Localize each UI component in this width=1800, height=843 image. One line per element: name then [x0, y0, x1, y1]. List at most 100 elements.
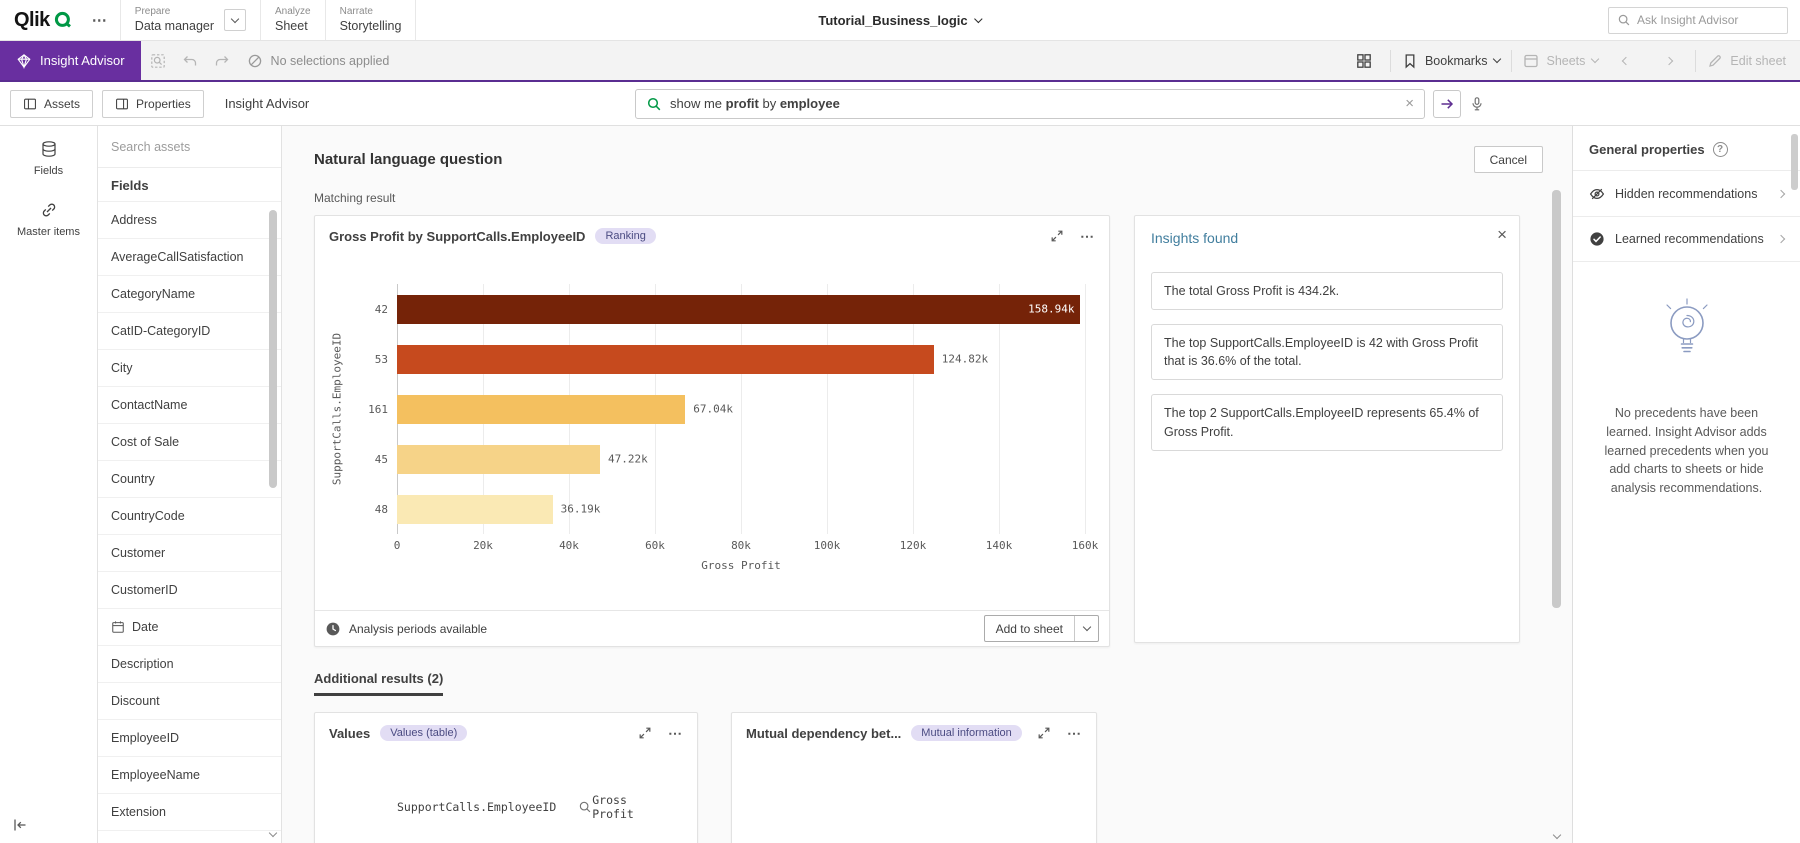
sheets-button[interactable]: Sheets	[1523, 53, 1598, 69]
calendar-icon	[111, 620, 125, 634]
step-back-selection-button[interactable]	[175, 46, 205, 76]
global-menu-button[interactable]: ⋯	[80, 0, 120, 40]
more-options-icon[interactable]: ⋯	[668, 726, 683, 740]
ask-insight-advisor-input[interactable]	[1637, 13, 1779, 27]
assets-scrollbar-thumb[interactable]	[269, 210, 277, 488]
bar-fill[interactable]: 158.94k	[397, 295, 1080, 324]
toolbar-right-group: Bookmarks Sheets Edit sheet	[1347, 46, 1800, 76]
field-label: AverageCallSatisfaction	[111, 250, 243, 264]
chart-bar-48[interactable]: 36.19k	[397, 484, 1085, 534]
expand-icon[interactable]	[1050, 229, 1064, 243]
chart-bar-45[interactable]: 47.22k	[397, 434, 1085, 484]
analysis-periods-note: Analysis periods available	[325, 621, 487, 637]
close-icon[interactable]: ×	[1497, 226, 1507, 243]
field-item-categoryname[interactable]: CategoryName	[98, 276, 281, 313]
bar-fill[interactable]	[397, 445, 600, 474]
chart-bar-161[interactable]: 67.04k	[397, 384, 1085, 434]
show-charts-button[interactable]	[1349, 46, 1379, 76]
natural-language-search-box[interactable]: show me profit by employee ×	[635, 89, 1425, 119]
ask-insight-advisor-box[interactable]	[1608, 7, 1788, 34]
x-tick-label: 80k	[731, 539, 751, 552]
field-label: Cost of Sale	[111, 435, 179, 449]
bar-fill[interactable]	[397, 395, 685, 424]
app-title-dropdown[interactable]: Tutorial_Business_logic	[818, 0, 981, 40]
hidden-recommendations-row[interactable]: Hidden recommendations	[1573, 170, 1800, 216]
bookmarks-button[interactable]: Bookmarks	[1402, 53, 1501, 69]
values-col-gross-profit[interactable]: Gross Profit	[592, 793, 669, 821]
assets-search[interactable]	[98, 126, 281, 168]
field-item-discount[interactable]: Discount	[98, 683, 281, 720]
field-item-country[interactable]: Country	[98, 461, 281, 498]
add-to-sheet-dropdown[interactable]	[1074, 616, 1098, 641]
assets-panel-button[interactable]: Assets	[10, 90, 93, 118]
insight-advisor-gem-icon	[16, 53, 32, 69]
qlik-logo[interactable]: Qlik	[0, 0, 80, 40]
add-to-sheet-button[interactable]: Add to sheet	[984, 615, 1099, 642]
properties-panel-button[interactable]: Properties	[102, 90, 204, 118]
insight-advisor-toggle-button[interactable]: Insight Advisor	[0, 41, 141, 80]
assets-search-input[interactable]	[111, 140, 268, 154]
nav-prepare[interactable]: Prepare Data manager	[120, 0, 260, 40]
field-label: Date	[132, 620, 158, 634]
more-options-icon[interactable]: ⋯	[1080, 229, 1095, 243]
learned-recommendations-row[interactable]: Learned recommendations	[1573, 216, 1800, 262]
right-panel-scrollbar-thumb[interactable]	[1791, 134, 1798, 190]
mutual-dependency-card[interactable]: Mutual dependency bet... Mutual informat…	[731, 712, 1097, 843]
clear-query-button[interactable]: ×	[1405, 96, 1414, 111]
field-item-catid-categoryid[interactable]: CatID-CategoryID	[98, 313, 281, 350]
panel-title: Natural language question	[314, 151, 502, 168]
field-item-employeeid[interactable]: EmployeeID	[98, 720, 281, 757]
field-item-employeename[interactable]: EmployeeName	[98, 757, 281, 794]
ranking-badge: Ranking	[595, 228, 655, 244]
field-item-description[interactable]: Description	[98, 646, 281, 683]
more-options-icon[interactable]: ⋯	[1067, 726, 1082, 740]
field-item-customer[interactable]: Customer	[98, 535, 281, 572]
field-item-customerid[interactable]: CustomerID	[98, 572, 281, 609]
link-icon	[40, 201, 58, 219]
next-sheet-button[interactable]	[1654, 46, 1684, 76]
nav-narrate[interactable]: Narrate Storytelling	[325, 0, 417, 40]
cancel-button[interactable]: Cancel	[1474, 146, 1543, 173]
chevron-down-icon	[1082, 623, 1090, 631]
field-item-countrycode[interactable]: CountryCode	[98, 498, 281, 535]
expand-icon[interactable]	[1037, 726, 1051, 740]
main-scrollbar-thumb[interactable]	[1552, 190, 1561, 608]
field-item-city[interactable]: City	[98, 350, 281, 387]
submit-query-button[interactable]	[1433, 90, 1461, 118]
bar-fill[interactable]	[397, 495, 553, 524]
values-table-card[interactable]: Values Values (table) ⋯ SupportCalls.Emp…	[314, 712, 698, 843]
expand-icon[interactable]	[638, 726, 652, 740]
previous-sheet-button[interactable]	[1611, 46, 1641, 76]
step-forward-selection-button[interactable]	[207, 46, 237, 76]
chart-card[interactable]: Gross Profit by SupportCalls.EmployeeID …	[314, 215, 1110, 647]
field-label: ContactName	[111, 398, 187, 412]
x-tick-label: 160k	[1072, 539, 1099, 552]
collapse-panel-button[interactable]	[12, 817, 28, 833]
chart-bar-53[interactable]: 124.82k	[397, 334, 1085, 384]
field-item-averagecallsatisfaction[interactable]: AverageCallSatisfaction	[98, 239, 281, 276]
edit-sheet-button[interactable]: Edit sheet	[1707, 53, 1786, 69]
field-item-date[interactable]: Date	[98, 609, 281, 646]
field-item-contactname[interactable]: ContactName	[98, 387, 281, 424]
field-item-address[interactable]: Address	[98, 202, 281, 239]
field-item-extension[interactable]: Extension	[98, 794, 281, 831]
column-search-icon[interactable]	[578, 800, 592, 814]
no-precedents-text: No precedents have been learned. Insight…	[1593, 404, 1780, 498]
field-item-cost of sale[interactable]: Cost of Sale	[98, 424, 281, 461]
values-col-employeeid[interactable]: SupportCalls.EmployeeID	[397, 800, 592, 814]
tab-additional-results[interactable]: Additional results (2)	[314, 671, 443, 696]
voice-input-button[interactable]	[1469, 96, 1485, 112]
general-properties-header: General properties ?	[1573, 126, 1800, 170]
query-text[interactable]: show me profit by employee	[670, 96, 1397, 111]
insight-advisor-context-label: Insight Advisor	[225, 96, 310, 111]
chart-bar-42[interactable]: 158.94k	[397, 284, 1085, 334]
bar-chart: SupportCalls.EmployeeID 42531614548 158.…	[315, 250, 1109, 610]
smart-search-selections-button[interactable]	[143, 46, 173, 76]
data-manager-dropdown-button[interactable]	[224, 9, 246, 31]
help-icon[interactable]: ?	[1713, 142, 1728, 157]
x-tick-label: 40k	[559, 539, 579, 552]
rail-item-master-items[interactable]: Master items	[17, 201, 80, 238]
bar-fill[interactable]	[397, 345, 934, 374]
rail-item-fields[interactable]: Fields	[34, 140, 63, 177]
nav-analyze[interactable]: Analyze Sheet	[260, 0, 325, 40]
